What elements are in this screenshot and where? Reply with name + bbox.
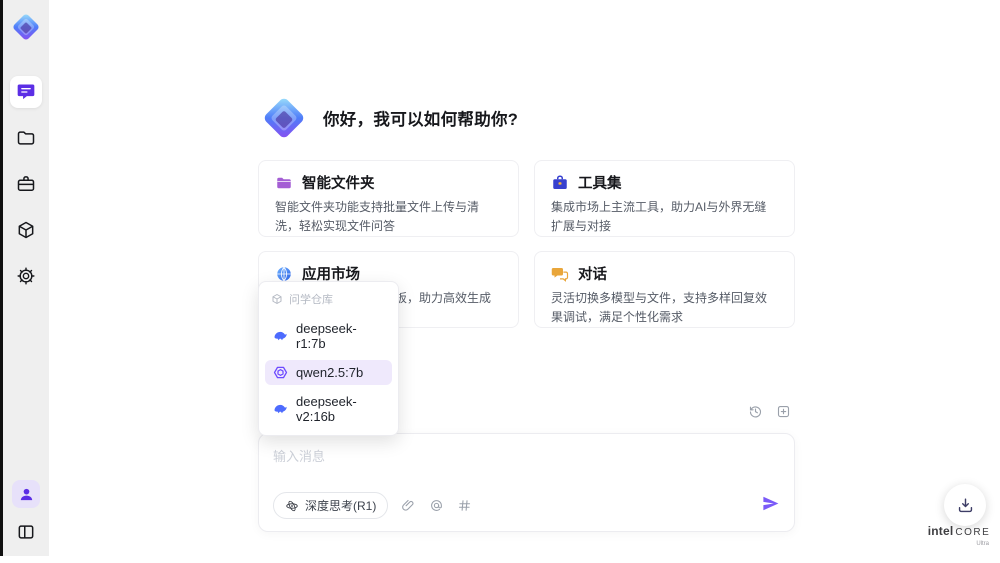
message-composer: 深度思考(R1): [258, 433, 795, 532]
intel-wordmark: intel: [927, 524, 954, 538]
folder-icon: [277, 177, 291, 188]
sidebar-item-user[interactable]: [12, 480, 40, 508]
briefcase-icon: [17, 176, 35, 191]
core-wordmark: core: [955, 527, 991, 538]
hash-grid-icon: [459, 500, 471, 511]
sidebar-item-chat[interactable]: [10, 76, 42, 108]
card-desc: 智能文件夹功能支持批量文件上传与清洗，轻松实现文件问答: [275, 200, 480, 233]
deepseek-icon: [274, 404, 287, 413]
model-option-qwen[interactable]: qwen2.5:7b: [265, 360, 392, 385]
model-option-label: deepseek-r1:7b: [296, 321, 357, 351]
history-button[interactable]: [748, 404, 763, 419]
model-dropdown: 问学仓库 deepseek-r1:7b qwen2.5:7b deepseek-…: [258, 281, 399, 436]
prompt-library-button[interactable]: [457, 498, 472, 513]
intel-tier-label: Ultra: [976, 541, 989, 547]
user-icon: [20, 488, 32, 500]
sidebar-item-toolbox[interactable]: [10, 168, 42, 200]
briefcase-icon: [553, 175, 567, 189]
deepseek-icon: [274, 331, 287, 340]
chat-bubble-icon: [17, 84, 35, 100]
new-chat-button[interactable]: [776, 404, 791, 419]
cube-icon: [18, 221, 34, 239]
atom-icon: [286, 500, 298, 511]
download-icon: [958, 497, 972, 512]
download-fab-button[interactable]: [944, 484, 986, 526]
card-title: 工具集: [578, 176, 622, 192]
greeting-title: 你好，我可以如何帮助你?: [323, 111, 519, 129]
model-dropdown-header-label: 问学仓库: [289, 294, 333, 306]
dialog-icon: [551, 267, 569, 282]
window-edge: [0, 0, 3, 556]
model-option-label: qwen2.5:7b: [296, 365, 364, 380]
model-option-deepseek-v2[interactable]: deepseek-v2:16b: [265, 389, 392, 429]
panel-icon: [18, 525, 34, 539]
app-logo-icon: [13, 14, 39, 40]
deep-think-toggle[interactable]: 深度思考(R1): [273, 492, 389, 519]
paperclip-icon: [402, 499, 414, 511]
model-dropdown-header: 问学仓库: [265, 288, 392, 312]
qwen-icon: [273, 366, 288, 379]
sidebar-item-settings[interactable]: [10, 260, 42, 292]
globe-icon: [277, 266, 291, 281]
card-desc: 灵活切换多模型与文件，支持多样回复效果调试，满足个性化需求: [551, 291, 768, 324]
intel-core-logo: intel core Ultra: [927, 524, 991, 550]
attach-file-button[interactable]: [401, 498, 416, 513]
conversation-actions: [748, 404, 791, 419]
card-desc: 集成市场上主流工具，助力AI与外界无缝扩展与对接: [551, 200, 767, 233]
deep-think-label: 深度思考(R1): [305, 499, 377, 513]
model-option-label: deepseek-v2:16b: [296, 394, 357, 424]
message-input[interactable]: [273, 446, 780, 480]
sidebar: [3, 0, 49, 556]
composer-toolbar: 深度思考(R1): [273, 492, 780, 519]
card-title: 对话: [578, 267, 607, 283]
folder-icon: [17, 131, 35, 145]
card-title: 智能文件夹: [302, 176, 375, 192]
gear-icon: [17, 267, 35, 285]
sidebar-item-panel-toggle[interactable]: [10, 516, 42, 548]
at-icon: [431, 500, 443, 511]
plus-square-icon: [777, 405, 790, 418]
hero-logo-icon: [264, 98, 304, 138]
send-button[interactable]: [761, 494, 780, 518]
model-option-deepseek-r1[interactable]: deepseek-r1:7b: [265, 316, 392, 356]
card-dialog[interactable]: 对话 灵活切换多模型与文件，支持多样回复效果调试，满足个性化需求: [534, 251, 795, 328]
card-smart-folder[interactable]: 智能文件夹 智能文件夹功能支持批量文件上传与清洗，轻松实现文件问答: [258, 160, 519, 237]
hero: 你好，我可以如何帮助你?: [258, 92, 518, 144]
history-icon: [749, 406, 762, 418]
sidebar-item-folders[interactable]: [10, 122, 42, 154]
sidebar-item-models[interactable]: [10, 214, 42, 246]
mention-button[interactable]: [429, 498, 444, 513]
repository-cube-icon: [272, 294, 282, 304]
card-toolset[interactable]: 工具集 集成市场上主流工具，助力AI与外界无缝扩展与对接: [534, 160, 795, 237]
send-icon: [763, 496, 779, 510]
